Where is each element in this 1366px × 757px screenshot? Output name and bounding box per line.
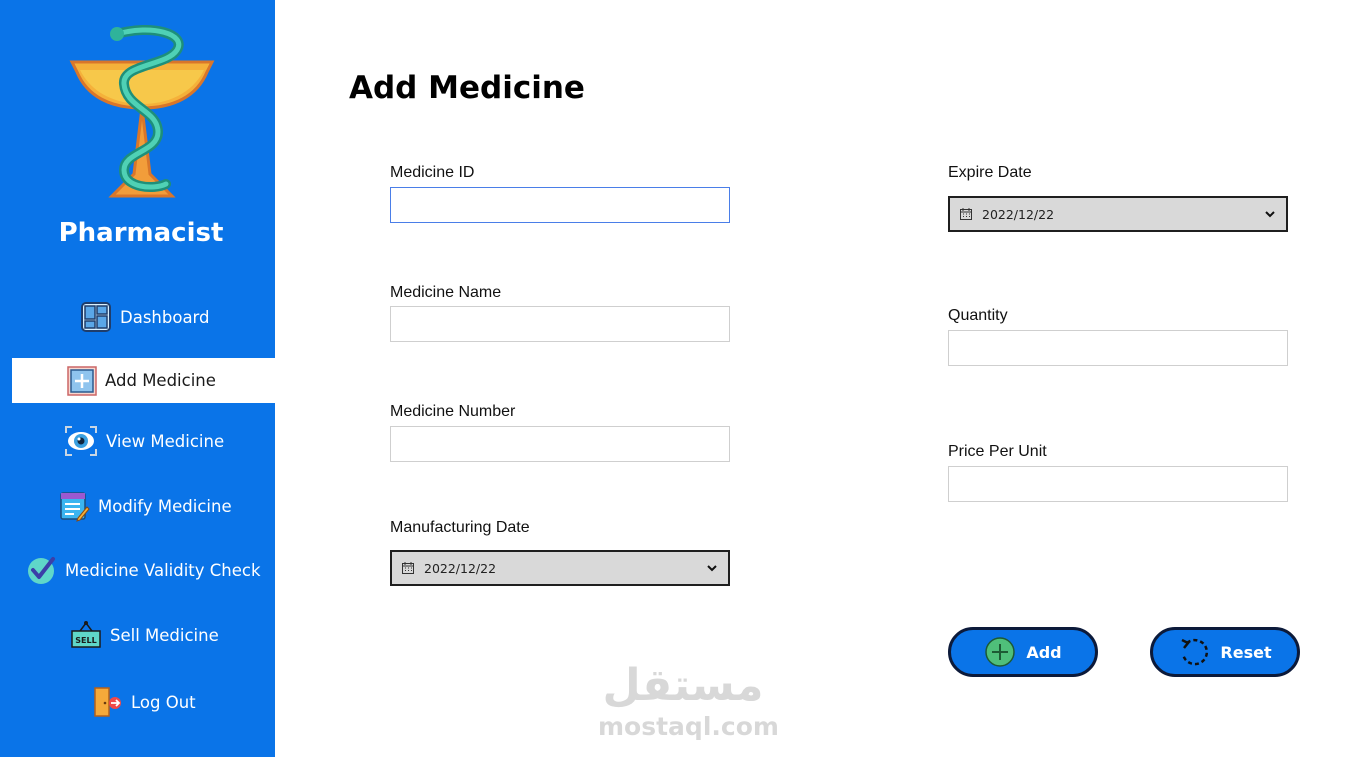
brand-title: Pharmacist [58,218,224,248]
expire-date-picker[interactable]: 2022/12/22 [948,196,1288,232]
reset-button[interactable]: Reset [1150,627,1300,677]
sidebar-item-modify-medicine[interactable]: Modify Medicine [58,490,232,522]
reset-icon [1181,638,1209,666]
check-icon [28,557,55,584]
plus-circle-icon [985,637,1016,667]
watermark-text: mostaql.com [598,712,779,741]
sidebar-item-label: Medicine Validity Check [65,560,261,580]
medicine-number-label: Medicine Number [390,403,516,420]
chevron-down-icon[interactable] [1264,208,1276,220]
sidebar-item-label: Dashboard [120,307,210,327]
logout-door-icon [94,687,121,717]
sidebar-item-dashboard[interactable]: Dashboard [80,301,210,333]
manufacturing-date-picker[interactable]: 2022/12/22 [390,550,730,586]
chevron-down-icon[interactable] [706,562,718,574]
page-title: Add Medicine [349,70,585,106]
expire-date-label: Expire Date [948,164,1032,181]
svg-text:مستقل: مستقل [603,660,764,710]
sidebar-item-label: Add Medicine [105,371,216,390]
sidebar-item-label: Modify Medicine [98,496,232,516]
dashboard-icon [81,302,111,332]
calendar-icon [402,562,414,574]
add-icon [67,365,97,396]
price-per-unit-label: Price Per Unit [948,443,1047,460]
sell-sign-icon: SELL [71,621,101,648]
edit-list-icon [60,492,90,522]
sidebar-item-label: View Medicine [106,431,225,451]
sidebar-item-log-out[interactable]: Log Out [91,686,196,718]
sidebar-item-medicine-validity-check[interactable]: Medicine Validity Check [25,554,261,586]
medicine-id-label: Medicine ID [390,164,475,181]
watermark: مستقل mostaql.com [598,660,779,744]
sidebar-item-label: Log Out [131,692,196,712]
medicine-name-label: Medicine Name [390,284,502,301]
price-per-unit-input[interactable] [948,466,1288,502]
medicine-number-input[interactable] [390,426,730,462]
quantity-input[interactable] [948,330,1288,366]
manufacturing-date-value: 2022/12/22 [424,560,497,576]
sidebar-item-add-medicine[interactable]: Add Medicine [12,358,275,403]
mostaql-logo: مستقل [603,660,764,710]
medicine-name-input[interactable] [390,306,730,342]
svg-text:SELL: SELL [75,636,96,645]
bowl-of-hygieia-icon [69,25,215,198]
quantity-label: Quantity [948,307,1008,324]
sidebar-item-view-medicine[interactable]: View Medicine [64,424,224,458]
add-button[interactable]: Add [948,627,1098,677]
calendar-icon [960,208,972,220]
expire-date-value: 2022/12/22 [982,206,1055,222]
manufacturing-date-label: Manufacturing Date [390,519,530,536]
reset-button-label: Reset [1220,642,1272,662]
sidebar-item-sell-medicine[interactable]: SELL Sell Medicine [70,619,219,651]
medicine-id-input[interactable] [390,187,730,223]
sidebar: Pharmacist Dashboard Add Medicine View M… [0,0,275,757]
add-button-label: Add [1026,642,1062,662]
sidebar-item-label: Sell Medicine [110,625,219,645]
eye-icon [65,426,97,456]
